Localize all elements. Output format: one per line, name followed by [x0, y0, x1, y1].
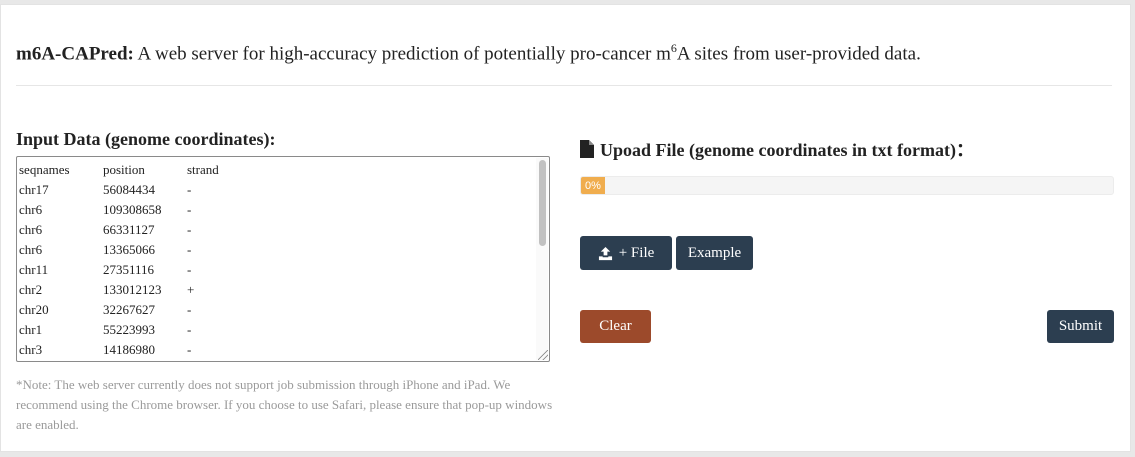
- data-row: chr2 133012123 +: [19, 280, 219, 300]
- input-data-content: seqnames position strand chr17 56084434- chr6…: [19, 160, 219, 360]
- data-row: chr1 55223993 -: [19, 320, 219, 340]
- position-cell: 133012123: [103, 282, 162, 297]
- position-cell: 14186980: [103, 342, 155, 357]
- position-cell: 109308658: [103, 202, 162, 217]
- position-cell: 27351116: [103, 262, 155, 277]
- add-file-label: + File: [618, 244, 655, 261]
- main-panel: m6A-CAPred: A web server for high-accura…: [0, 4, 1131, 452]
- strand-cell: +: [187, 282, 195, 297]
- position-cell: 13365066: [103, 242, 155, 257]
- seqnames-cell: seqnames: [19, 162, 70, 177]
- app-name: m6A-CAPred:: [16, 43, 134, 65]
- position-cell: position: [103, 162, 145, 177]
- seqnames-cell: chr6: [19, 202, 43, 217]
- upload-icon: [598, 246, 612, 260]
- title-desc-after: A sites from user-provided data.: [676, 43, 921, 65]
- data-row: chr20 32267627 -: [19, 300, 219, 320]
- title-desc-before: A web server for high-accuracy predictio…: [133, 43, 671, 65]
- input-data-textarea[interactable]: seqnames position strand chr17 56084434- chr6…: [16, 156, 550, 362]
- header-divider: [16, 85, 1112, 86]
- data-row: chr11 27351116 -: [19, 260, 219, 280]
- clear-button[interactable]: Clear: [580, 310, 651, 343]
- resize-handle-icon[interactable]: [538, 350, 548, 360]
- data-row: chr6 13365066 -: [19, 240, 219, 260]
- seqnames-cell: chr17: [19, 182, 49, 197]
- strand-cell: -: [187, 182, 192, 197]
- upload-progress: 0%: [580, 176, 1114, 195]
- seqnames-cell: chr20: [19, 302, 49, 317]
- data-row: chr17 56084434 -: [19, 180, 219, 200]
- position-cell: 56084434: [103, 182, 155, 197]
- seqnames-cell: chr2: [19, 282, 43, 297]
- position-cell: 66331127: [103, 222, 155, 237]
- seqnames-cell: chr6: [19, 222, 43, 237]
- seqnames-cell: chr3: [19, 342, 43, 357]
- seqnames-cell: chr6: [19, 242, 43, 257]
- position-cell: 32267627: [103, 302, 155, 317]
- add-file-button[interactable]: + File: [580, 236, 672, 270]
- submit-button[interactable]: Submit: [1047, 310, 1114, 343]
- input-data-title: Input Data (genome coordinates):: [16, 129, 276, 149]
- page-title: m6A-CAPred: A web server for high-accura…: [16, 41, 921, 65]
- file-icon: [580, 140, 594, 158]
- position-cell: 55223993: [103, 322, 155, 337]
- strand-cell: strand: [187, 162, 219, 177]
- textarea-scrollbar-thumb[interactable]: [539, 160, 546, 246]
- strand-cell: -: [187, 202, 192, 217]
- progress-bar: 0%: [581, 177, 605, 194]
- browser-note: *Note: The web server currently does not…: [16, 377, 553, 432]
- seqnames-cell: chr11: [19, 262, 49, 277]
- upload-file-title-text: Upoad File (genome coordinates in txt fo…: [600, 140, 974, 160]
- header-row: seqnames position strand: [19, 160, 219, 180]
- strand-cell: -: [187, 302, 192, 317]
- strand-cell: -: [187, 242, 192, 257]
- example-button[interactable]: Example: [676, 236, 753, 270]
- strand-cell: -: [187, 322, 192, 337]
- data-row: chr3 14186980 -: [19, 340, 219, 360]
- seqnames-cell: chr1: [19, 322, 43, 337]
- strand-cell: -: [187, 222, 192, 237]
- data-row: chr6 66331127 -: [19, 220, 219, 240]
- strand-cell: -: [187, 262, 192, 277]
- strand-cell: -: [187, 342, 192, 357]
- data-row: chr6 109308658 -: [19, 200, 219, 220]
- upload-file-title: Upoad File (genome coordinates in txt fo…: [580, 136, 974, 162]
